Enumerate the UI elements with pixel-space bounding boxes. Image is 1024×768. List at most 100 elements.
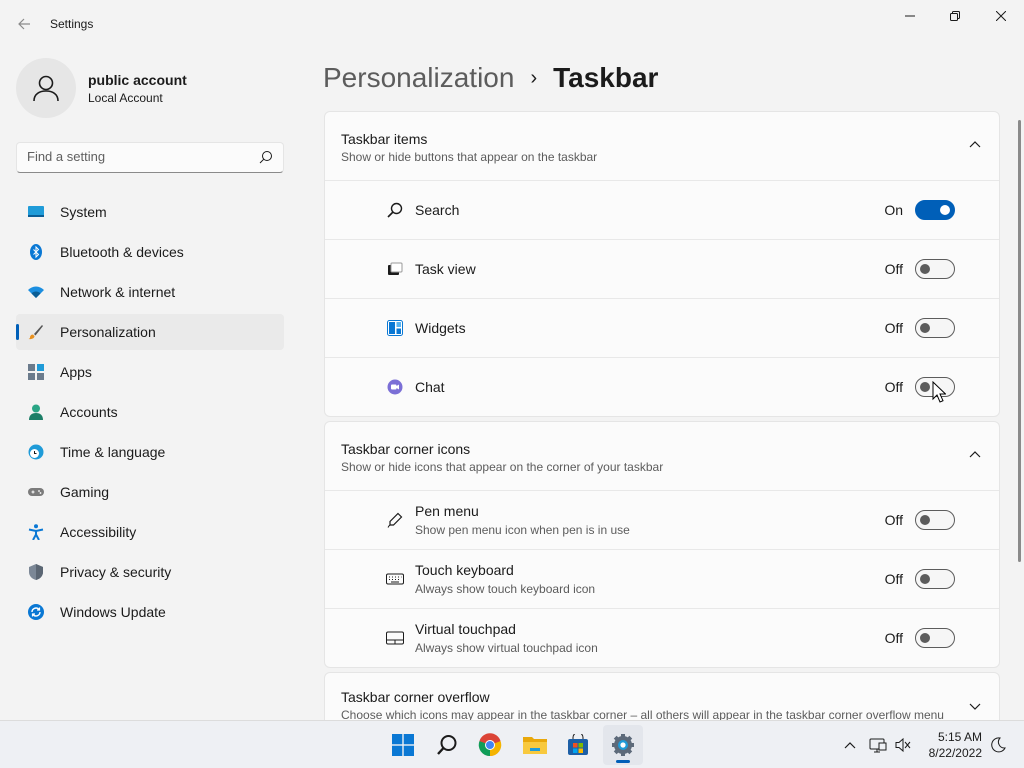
show-hidden-icons-button[interactable]: [838, 733, 862, 757]
pen-icon: [387, 512, 403, 528]
focus-assist-button[interactable]: [986, 733, 1010, 757]
volume-muted-icon: [895, 737, 911, 753]
toggle-knob: [920, 264, 930, 274]
sidebar-item-label: Accessibility: [60, 524, 137, 540]
setting-description: Always show virtual touchpad icon: [415, 641, 598, 655]
setting-label: Touch keyboard: [415, 562, 514, 578]
maximize-button[interactable]: [932, 0, 978, 32]
person-icon: [33, 75, 59, 102]
sidebar-item-bluetooth[interactable]: Bluetooth & devices: [16, 234, 284, 270]
touchpad-icon: [386, 631, 404, 645]
section-header[interactable]: Taskbar items Show or hide buttons that …: [325, 112, 999, 180]
back-button[interactable]: [10, 10, 38, 38]
toggle-state: On: [884, 202, 903, 218]
taskbar-items-section: Taskbar items Show or hide buttons that …: [324, 111, 1000, 417]
sidebar-item-gaming[interactable]: Gaming: [16, 474, 284, 510]
toggle-state: Off: [884, 512, 903, 528]
search-toggle[interactable]: [915, 200, 955, 220]
breadcrumb-parent[interactable]: Personalization: [323, 62, 514, 94]
toggle-state: Off: [884, 261, 903, 277]
settings-taskbar-button[interactable]: [603, 725, 643, 765]
task-view-toggle[interactable]: [915, 259, 955, 279]
settings-icon: [612, 734, 634, 756]
setting-row-touch-keyboard: Touch keyboard Always show touch keyboar…: [325, 549, 999, 608]
minimize-button[interactable]: [887, 0, 933, 32]
setting-row-chat: Chat Off: [325, 357, 999, 416]
volume-tray-button[interactable]: [891, 733, 915, 757]
sidebar-item-windows-update[interactable]: Windows Update: [16, 594, 284, 630]
apps-icon: [28, 364, 44, 380]
sidebar-item-label: Windows Update: [60, 604, 166, 620]
system-icon: [28, 206, 44, 217]
setting-row-widgets: Widgets Off: [325, 298, 999, 357]
section-header[interactable]: Taskbar corner icons Show or hide icons …: [325, 422, 999, 490]
toggle-knob: [940, 205, 950, 215]
update-icon: [28, 604, 44, 620]
section-title: Taskbar items: [341, 131, 428, 147]
setting-description: Always show touch keyboard icon: [415, 582, 596, 596]
keyboard-icon: [386, 573, 404, 585]
setting-row-search: Search On: [325, 180, 999, 239]
app-title: Settings: [50, 17, 94, 31]
brush-icon: [28, 325, 43, 340]
search-icon: [437, 735, 457, 755]
sidebar-item-privacy[interactable]: Privacy & security: [16, 554, 284, 590]
network-tray-button[interactable]: [866, 733, 890, 757]
setting-row-task-view: Task view Off: [325, 239, 999, 298]
setting-row-virtual-touchpad: Virtual touchpad Always show virtual tou…: [325, 608, 999, 667]
toggle-knob: [920, 633, 930, 643]
profile-name: public account: [88, 72, 187, 88]
breadcrumb-separator: ›: [530, 66, 538, 89]
title-bar: Settings: [0, 0, 1024, 48]
taskbar: 5:15 AM 8/22/2022: [0, 720, 1024, 768]
setting-label: Widgets: [415, 320, 466, 336]
virtual-touchpad-toggle[interactable]: [915, 628, 955, 648]
taskbar-clock[interactable]: 5:15 AM 8/22/2022: [924, 729, 982, 761]
toggle-knob: [920, 323, 930, 333]
sidebar-item-accessibility[interactable]: Accessibility: [16, 514, 284, 550]
breadcrumb: Personalization › Taskbar: [323, 58, 658, 98]
setting-label: Virtual touchpad: [415, 621, 516, 637]
page-title: Taskbar: [553, 62, 659, 93]
settings-content: Taskbar items Show or hide buttons that …: [324, 111, 1000, 736]
search-field[interactable]: [16, 142, 284, 173]
search-input[interactable]: [27, 149, 247, 164]
user-profile[interactable]: public account Local Account: [16, 58, 286, 118]
setting-label: Pen menu: [415, 503, 479, 519]
sidebar-item-label: Apps: [60, 364, 92, 380]
taskbar-search-button[interactable]: [427, 725, 467, 765]
store-icon: [568, 734, 588, 755]
chrome-button[interactable]: [470, 725, 510, 765]
close-icon: [996, 11, 1006, 21]
shield-icon: [29, 564, 43, 580]
sidebar-item-label: Network & internet: [60, 284, 176, 300]
scrollbar[interactable]: [1018, 120, 1021, 562]
clock-globe-icon: [28, 444, 44, 460]
setting-label: Chat: [415, 379, 445, 395]
sidebar-item-label: Privacy & security: [60, 564, 172, 580]
moon-icon: [991, 737, 1006, 753]
sidebar-item-system[interactable]: System: [16, 194, 284, 230]
section-subtitle: Show or hide icons that appear on the co…: [341, 460, 664, 474]
minimize-icon: [905, 15, 915, 17]
file-explorer-button[interactable]: [515, 725, 555, 765]
taskbar-corner-icons-section: Taskbar corner icons Show or hide icons …: [324, 421, 1000, 668]
chevron-up-icon: [844, 742, 856, 749]
start-button[interactable]: [383, 725, 423, 765]
store-button[interactable]: [558, 725, 598, 765]
sidebar-item-personalization[interactable]: Personalization: [16, 314, 284, 350]
pen-menu-toggle[interactable]: [915, 510, 955, 530]
sidebar-item-label: Bluetooth & devices: [60, 244, 184, 260]
close-button[interactable]: [978, 0, 1024, 32]
task-view-icon: [388, 262, 403, 275]
widgets-toggle[interactable]: [915, 318, 955, 338]
sidebar-item-time-language[interactable]: Time & language: [16, 434, 284, 470]
sidebar-item-network[interactable]: Network & internet: [16, 274, 284, 310]
toggle-knob: [920, 515, 930, 525]
sidebar-item-label: Personalization: [60, 324, 156, 340]
widgets-icon: [387, 320, 403, 336]
setting-row-pen-menu: Pen menu Show pen menu icon when pen is …: [325, 490, 999, 549]
sidebar-item-apps[interactable]: Apps: [16, 354, 284, 390]
touch-keyboard-toggle[interactable]: [915, 569, 955, 589]
sidebar-item-accounts[interactable]: Accounts: [16, 394, 284, 430]
